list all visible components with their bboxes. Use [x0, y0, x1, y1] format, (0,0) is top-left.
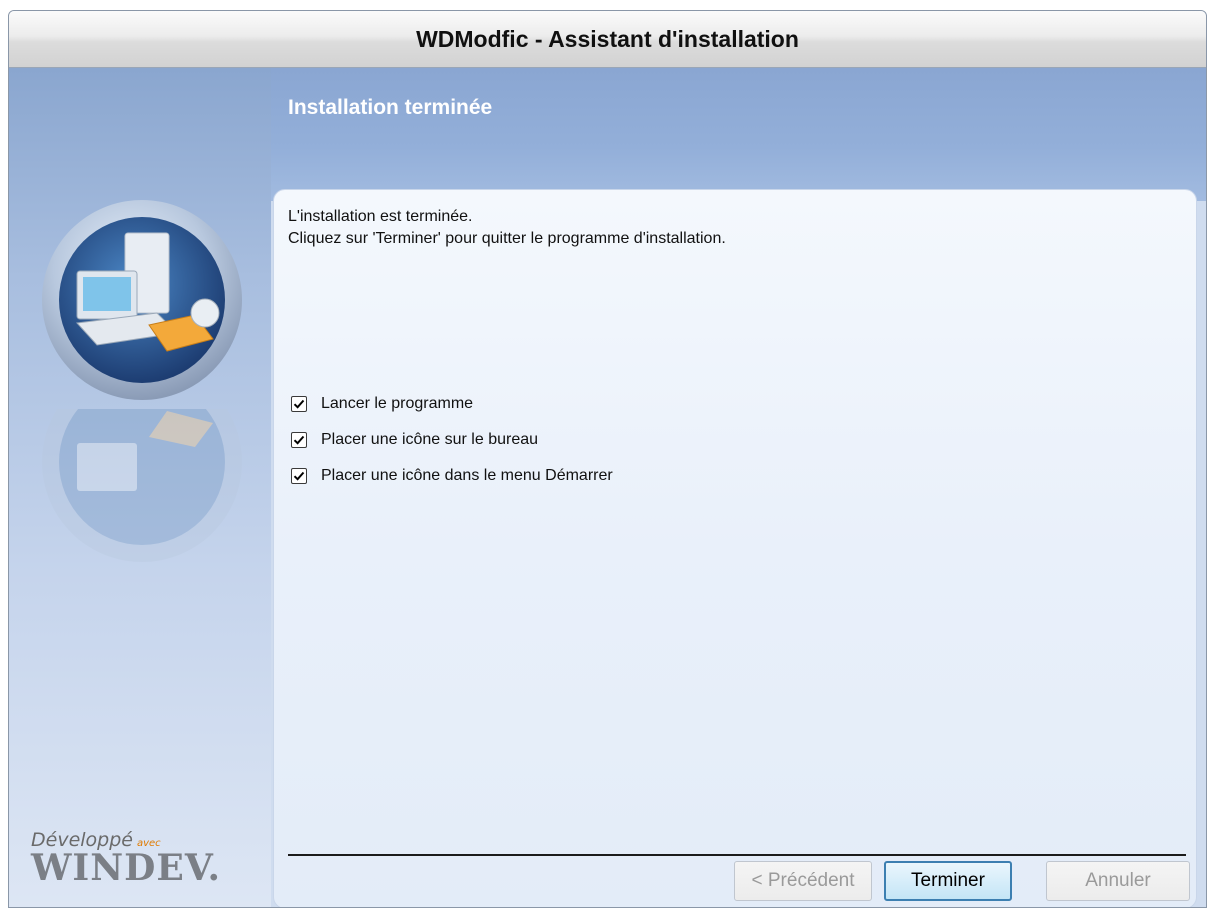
check-icon: [293, 435, 305, 445]
check-icon: [293, 471, 305, 481]
finish-button[interactable]: Terminer: [884, 861, 1012, 901]
option-label: Lancer le programme: [321, 395, 474, 412]
page-title: Installation terminée: [288, 96, 493, 119]
check-icon: [293, 399, 305, 409]
option-launch-program[interactable]: Lancer le programme: [291, 392, 613, 416]
title-bar[interactable]: WDModfic - Assistant d'installation: [9, 11, 1206, 68]
option-start-menu-icon[interactable]: Placer une icône dans le menu Démarrer: [291, 464, 613, 488]
content-panel: L'installation est terminée. Cliquez sur…: [273, 189, 1197, 907]
option-label: Placer une icône sur le bureau: [321, 431, 539, 448]
wizard-header: Installation terminée: [271, 68, 1206, 201]
cancel-button[interactable]: Annuler: [1046, 861, 1190, 901]
checkbox-start-menu-icon[interactable]: [291, 468, 307, 484]
message-line-1: L'installation est terminée.: [288, 208, 473, 225]
window-title: WDModfic - Assistant d'installation: [416, 26, 799, 52]
installer-window: WDModfic - Assistant d'installation Inst…: [8, 10, 1207, 908]
options-list: Lancer le programme Placer une icône sur…: [291, 392, 613, 500]
computer-install-icon-reflection: [42, 409, 242, 562]
windev-logo: Développé avec WINDEV.: [31, 829, 222, 889]
checkbox-desktop-icon[interactable]: [291, 432, 307, 448]
divider: [288, 854, 1186, 856]
message-line-2: Cliquez sur 'Terminer' pour quitter le p…: [288, 230, 726, 247]
completion-message: L'installation est terminée. Cliquez sur…: [288, 206, 726, 250]
option-label: Placer une icône dans le menu Démarrer: [321, 467, 613, 484]
option-desktop-icon[interactable]: Placer une icône sur le bureau: [291, 428, 613, 452]
checkbox-launch-program[interactable]: [291, 396, 307, 412]
computer-install-icon: [42, 200, 242, 400]
previous-button[interactable]: < Précédent: [734, 861, 872, 901]
